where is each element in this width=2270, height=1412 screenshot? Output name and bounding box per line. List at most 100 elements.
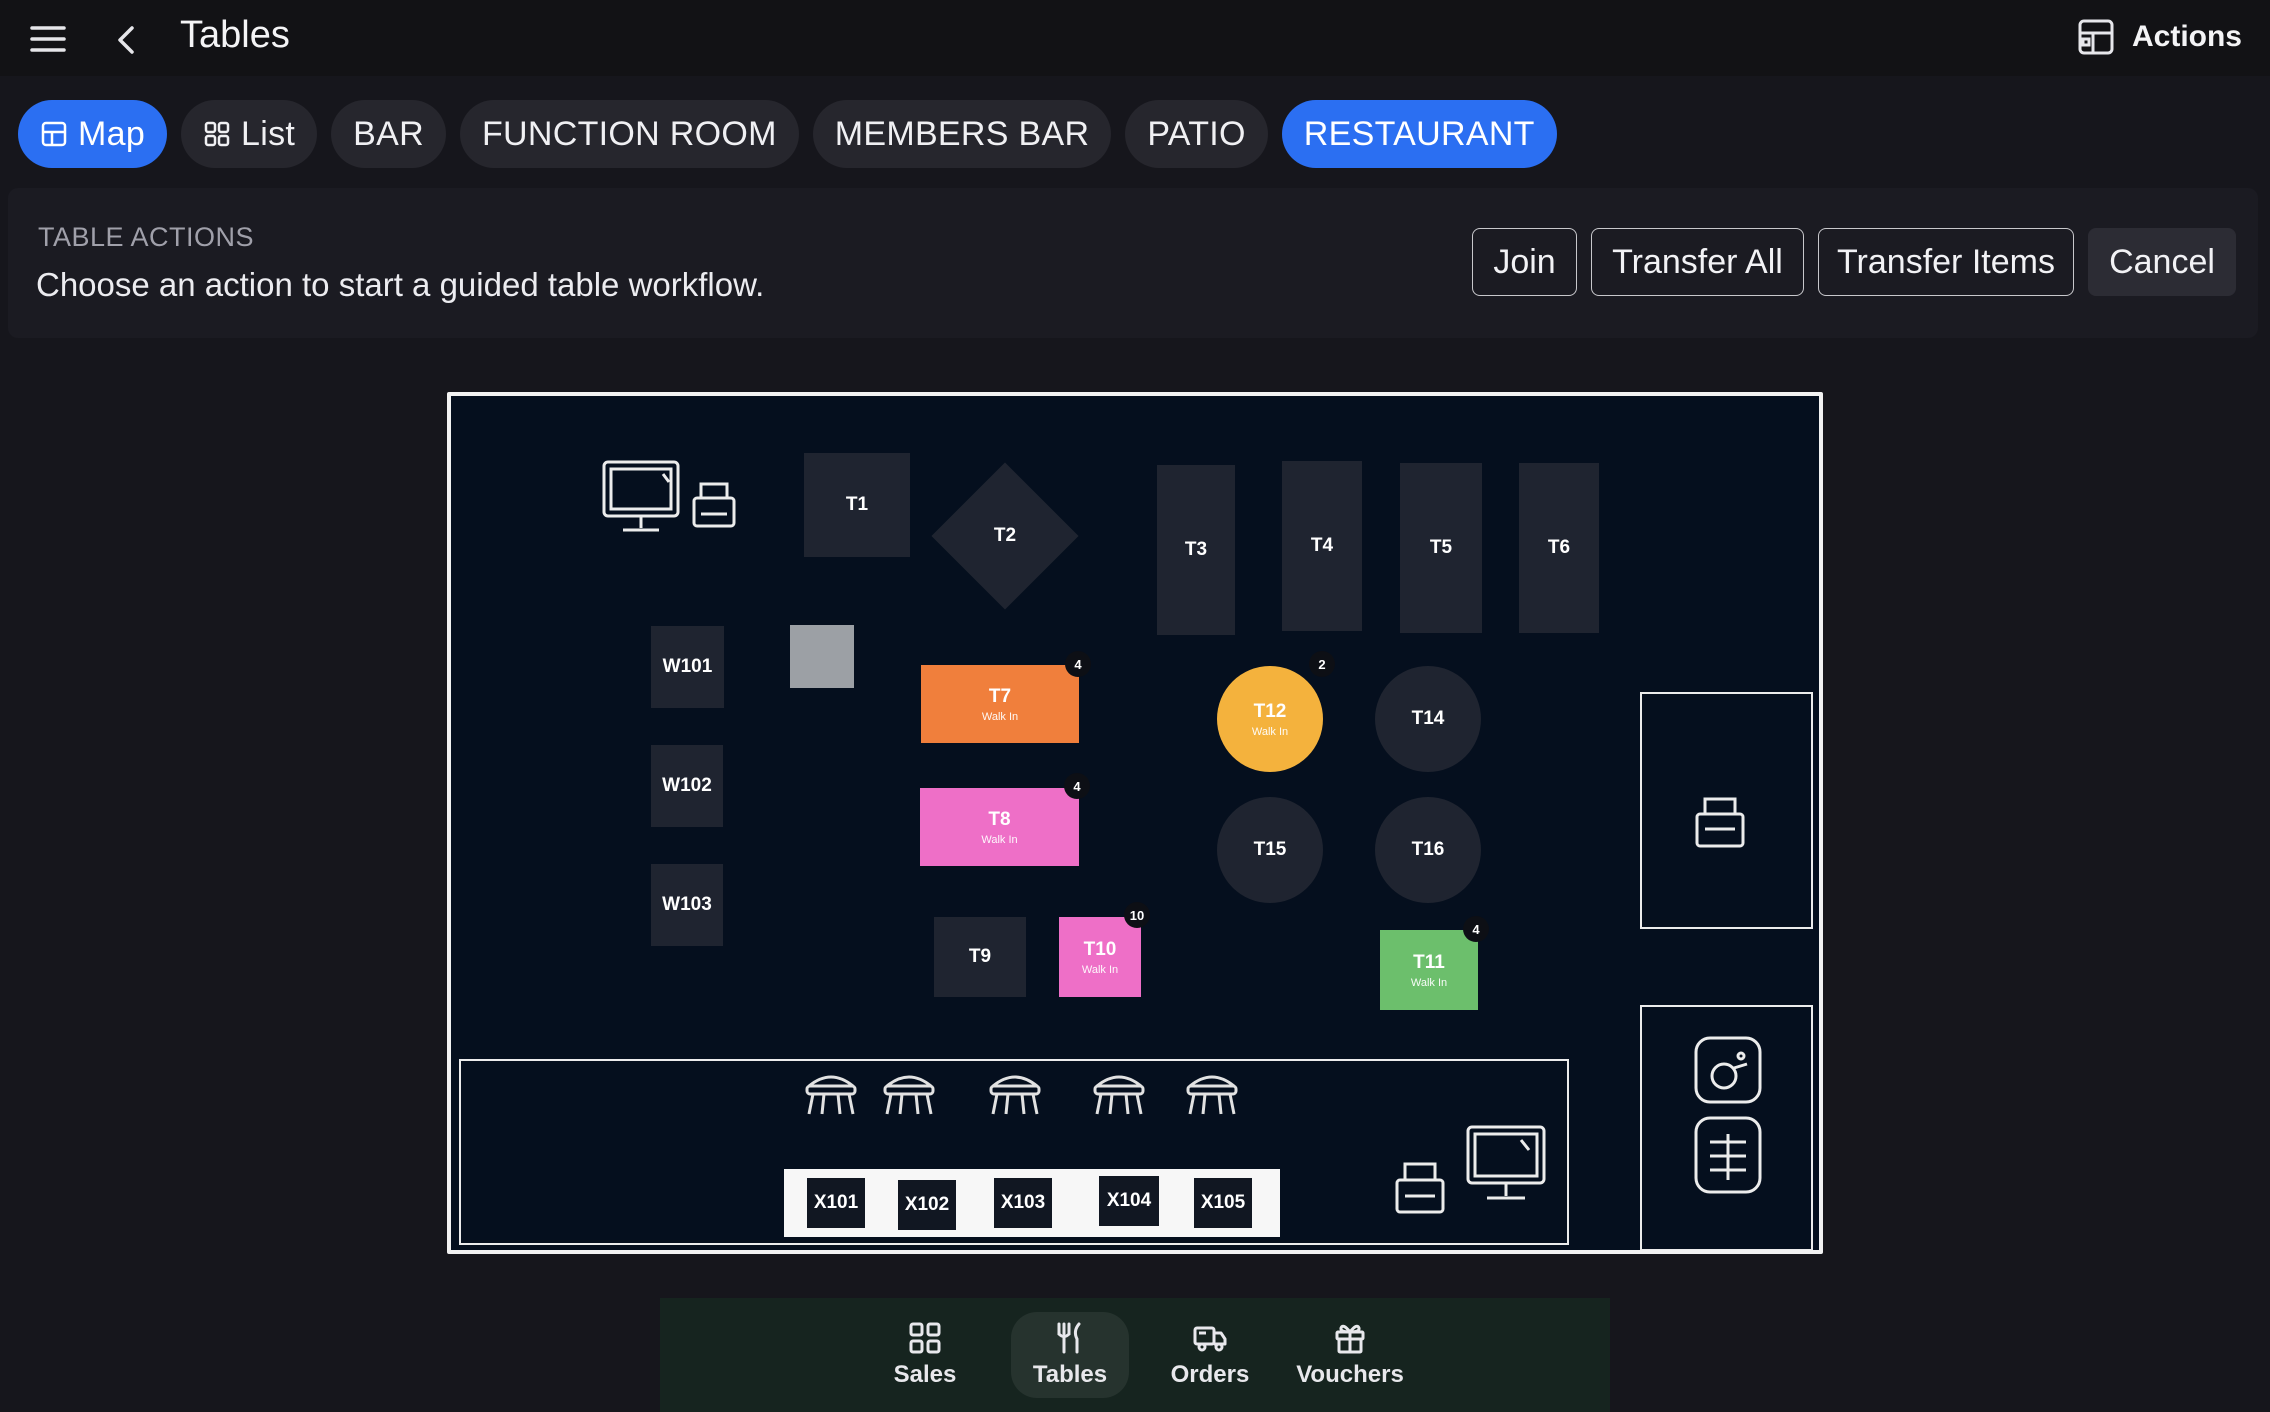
- map-icon: [41, 121, 67, 147]
- table-x103[interactable]: X103: [994, 1178, 1052, 1228]
- accessible-toilet-icon: [1694, 1036, 1762, 1104]
- computer-icon: [602, 460, 680, 532]
- tab-label: BAR: [353, 114, 424, 153]
- table-label: T12: [1253, 700, 1287, 722]
- tab-list[interactable]: List: [181, 100, 318, 168]
- guest-count-badge: 10: [1124, 902, 1150, 928]
- delivery-truck-icon: [1193, 1326, 1227, 1352]
- actions-label: Actions: [2131, 20, 2242, 53]
- tab-map[interactable]: Map: [18, 100, 168, 168]
- table-t7[interactable]: T7 Walk In: [921, 665, 1079, 743]
- table-label: T15: [1253, 839, 1287, 860]
- table-x101[interactable]: X101: [807, 1178, 865, 1228]
- table-t11[interactable]: T11 Walk In: [1380, 930, 1478, 1010]
- table-t12[interactable]: T12 Walk In: [1217, 666, 1323, 772]
- table-t15[interactable]: T15: [1217, 797, 1323, 903]
- tab-function-room[interactable]: FUNCTION ROOM: [459, 100, 799, 168]
- grid-icon: [204, 121, 230, 147]
- table-actions-heading: TABLE ACTIONS: [38, 222, 255, 252]
- table-label: T11: [1413, 951, 1445, 973]
- page-title: Tables: [180, 14, 290, 56]
- table-label: T7: [988, 685, 1012, 707]
- tab-bar[interactable]: BAR: [331, 100, 446, 168]
- table-t10[interactable]: T10 Walk In: [1059, 917, 1141, 997]
- table-label: T5: [1429, 537, 1453, 558]
- table-t3[interactable]: T3: [1157, 465, 1235, 635]
- tab-label: Map: [78, 114, 146, 153]
- table-x104[interactable]: X104: [1099, 1176, 1159, 1226]
- back-arrow-icon[interactable]: [108, 20, 148, 60]
- top-bar: Tables Actions: [0, 0, 2270, 76]
- nav-label: Orders: [1170, 1361, 1250, 1388]
- table-status: Walk In: [981, 710, 1019, 723]
- tab-members-bar[interactable]: MEMBERS BAR: [812, 100, 1112, 168]
- tab-label: MEMBERS BAR: [834, 114, 1090, 153]
- restroom-icon: [1694, 1116, 1762, 1194]
- table-label: T6: [1547, 537, 1571, 558]
- table-w103[interactable]: W103: [651, 864, 723, 946]
- table-label: W103: [662, 894, 712, 915]
- table-t8[interactable]: T8 Walk In: [920, 788, 1079, 866]
- tab-patio[interactable]: PATIO: [1125, 100, 1268, 168]
- table-t1[interactable]: T1: [804, 453, 910, 557]
- table-t5[interactable]: T5: [1400, 463, 1482, 633]
- table-status: Walk In: [981, 833, 1018, 846]
- nav-tables[interactable]: Tables: [1000, 1298, 1140, 1412]
- table-label: T1: [845, 494, 869, 515]
- nav-label: Vouchers: [1296, 1361, 1404, 1388]
- table-label: X103: [1000, 1192, 1046, 1213]
- printer-icon: [1395, 1162, 1445, 1214]
- area-tabs: Map List BAR FUNCTION ROOM MEMBERS BAR P…: [18, 100, 1557, 170]
- bottom-nav: Sales Tables Orders Vouchers: [660, 1298, 1610, 1412]
- layout-icon: [2078, 19, 2114, 55]
- table-x105[interactable]: X105: [1194, 1178, 1252, 1228]
- table-t9[interactable]: T9: [934, 917, 1026, 997]
- table-actions-subtitle: Choose an action to start a guided table…: [36, 266, 765, 303]
- table-x102[interactable]: X102: [898, 1180, 956, 1230]
- tab-label: List: [241, 114, 296, 153]
- table-label: T10: [1083, 938, 1117, 960]
- table-label: T3: [1184, 539, 1208, 560]
- nav-orders[interactable]: Orders: [1150, 1298, 1270, 1412]
- nav-vouchers[interactable]: Vouchers: [1280, 1298, 1420, 1412]
- guest-count-badge: 4: [1065, 651, 1091, 677]
- table-label: X105: [1200, 1192, 1246, 1213]
- right-room-box: [1640, 692, 1813, 929]
- printer-icon: [692, 482, 736, 528]
- table-status: Walk In: [1410, 976, 1448, 989]
- table-w101[interactable]: W101: [651, 626, 724, 708]
- tab-restaurant[interactable]: RESTAURANT: [1281, 100, 1557, 168]
- gift-icon: [1335, 1324, 1365, 1354]
- cancel-button[interactable]: Cancel: [2088, 228, 2236, 296]
- table-label: T4: [1310, 535, 1334, 556]
- table-t14[interactable]: T14: [1375, 666, 1481, 772]
- guest-count-badge: 4: [1064, 773, 1090, 799]
- join-button[interactable]: Join: [1472, 228, 1577, 296]
- table-label: T8: [988, 808, 1011, 830]
- computer-icon: [1466, 1125, 1546, 1200]
- menu-icon[interactable]: [28, 22, 68, 56]
- transfer-items-button[interactable]: Transfer Items: [1818, 228, 2074, 296]
- table-t2[interactable]: T2: [931, 462, 1079, 610]
- table-label: X104: [1106, 1190, 1152, 1211]
- table-t16[interactable]: T16: [1375, 797, 1481, 903]
- table-status: Walk In: [1251, 725, 1289, 738]
- table-label: W102: [662, 775, 712, 796]
- table-w102[interactable]: W102: [651, 745, 723, 827]
- guest-count-badge: 2: [1309, 651, 1335, 677]
- printer-icon: [1695, 797, 1745, 848]
- table-label: X102: [904, 1194, 950, 1215]
- actions-button[interactable]: Actions: [2076, 14, 2242, 60]
- table-label: T9: [968, 946, 992, 967]
- grey-block: [790, 625, 854, 688]
- table-label: X101: [813, 1192, 859, 1213]
- table-t6[interactable]: T6: [1519, 463, 1599, 633]
- table-label: T2: [993, 525, 1017, 546]
- nav-sales[interactable]: Sales: [870, 1298, 980, 1412]
- table-label: W101: [662, 656, 713, 677]
- tab-label: FUNCTION ROOM: [481, 114, 777, 153]
- table-label: T14: [1411, 708, 1445, 729]
- transfer-all-button[interactable]: Transfer All: [1591, 228, 1804, 296]
- table-t4[interactable]: T4: [1282, 461, 1362, 631]
- utensils-icon: [1057, 1322, 1081, 1354]
